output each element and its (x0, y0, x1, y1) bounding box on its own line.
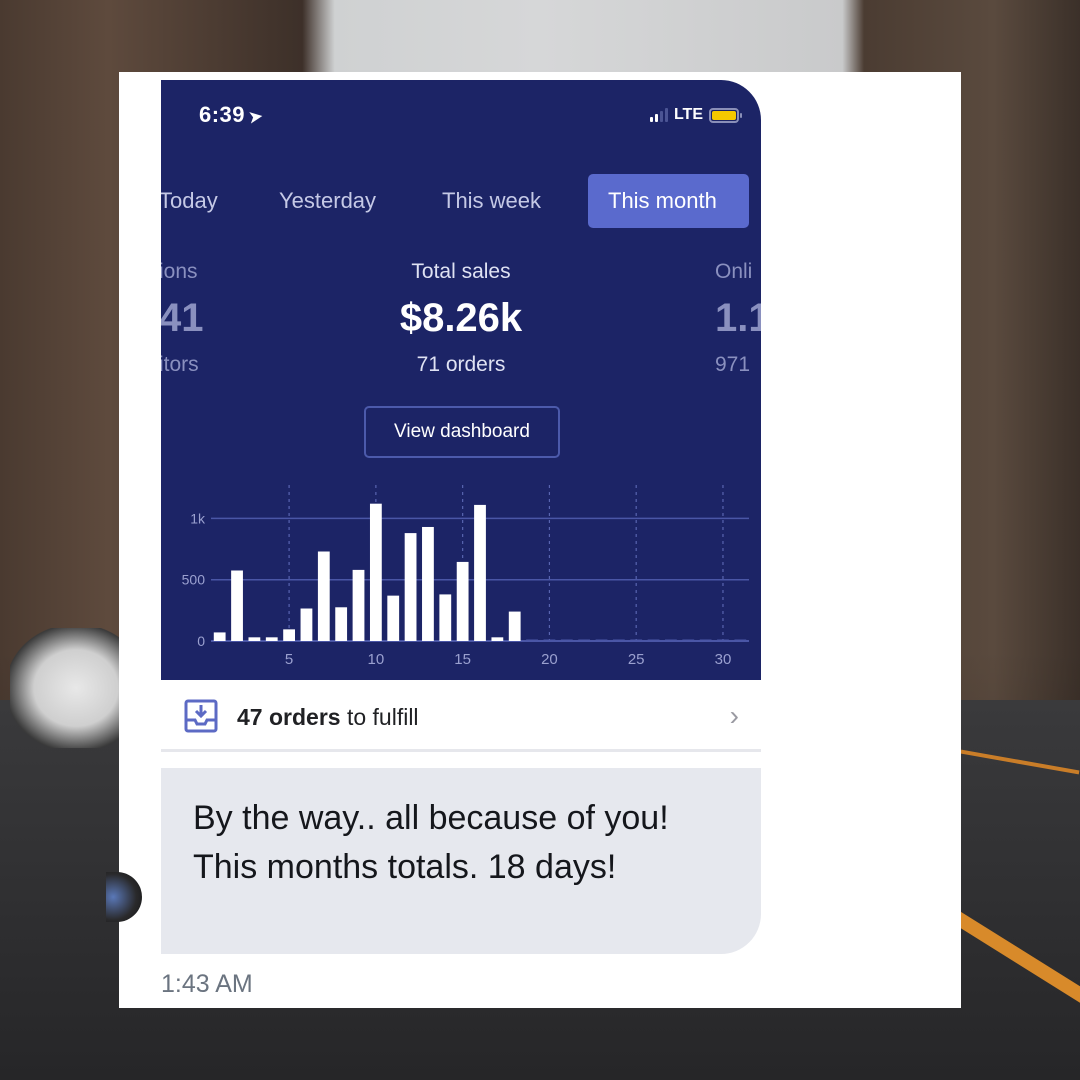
chart-bar (265, 637, 278, 641)
metric-label: Total sales (411, 260, 511, 283)
date-range-tabs: Today Yesterday This week This month (161, 174, 761, 230)
status-time: 6:39 ➤ (199, 102, 265, 128)
metric-sub: 971 (715, 353, 751, 376)
chart-svg: 0 500 1k 5 10 15 20 25 30 (182, 485, 749, 668)
x-tick-label: 20 (541, 651, 558, 668)
signal-strength-icon (649, 108, 668, 122)
background-car (10, 628, 120, 748)
chart-bar (682, 639, 695, 641)
x-tick-label: 30 (715, 651, 732, 668)
chart-bar (283, 629, 295, 641)
view-dashboard-button[interactable]: View dashboard (364, 406, 560, 458)
chart-bar (300, 608, 313, 641)
chart-bar (231, 570, 243, 641)
inbox-download-icon (184, 699, 218, 733)
chart-bar (317, 551, 330, 641)
message-bubble: By the way.. all because of you! This mo… (161, 768, 761, 954)
tab-yesterday[interactable]: Yesterday (279, 174, 376, 228)
x-tick-label: 5 (285, 651, 293, 668)
chart-bar (543, 639, 556, 641)
location-arrow-icon: ➤ (248, 108, 265, 127)
status-indicators: LTE (649, 106, 742, 124)
chart-bar (717, 639, 729, 641)
chart-bar (508, 611, 521, 641)
metric-value: $8.26k (399, 296, 523, 340)
chart-bar (491, 637, 504, 641)
metric-total-sales[interactable]: Total sales $8.26k 71 orders (361, 260, 561, 377)
chart-bar (387, 595, 400, 641)
chart-bar (248, 637, 261, 641)
chart-bar (699, 639, 712, 641)
x-tick-label: 15 (454, 651, 471, 668)
metric-label: Onli (715, 260, 753, 283)
chart-bar (647, 639, 660, 641)
y-tick-label: 1k (190, 510, 206, 526)
chart-bar (665, 639, 677, 641)
metric-value: 1.1 (715, 296, 761, 340)
orders-suffix: to fulfill (340, 704, 419, 730)
message-timestamp: 1:43 AM (161, 970, 253, 998)
status-time-text: 6:39 (199, 102, 246, 127)
metric-value: 41 (161, 296, 204, 340)
orders-to-fulfill-row[interactable]: 47 orders to fulfill › (161, 682, 761, 752)
tab-this-week[interactable]: This week (442, 174, 541, 228)
metric-sub: itors (161, 353, 199, 376)
metric-sub: 71 orders (416, 353, 506, 376)
chevron-right-icon: › (729, 700, 739, 731)
chart-bar (456, 561, 469, 641)
x-tick-label: 10 (368, 651, 385, 668)
chart-bar (422, 526, 434, 641)
chart-bar (560, 639, 573, 641)
sales-bar-chart: 0 500 1k 5 10 15 20 25 30 (161, 480, 761, 680)
network-label: LTE (673, 106, 703, 123)
chart-bar (612, 639, 625, 641)
y-tick-label: 500 (182, 572, 206, 588)
metric-sessions[interactable]: ions 41 itors (161, 260, 204, 377)
chart-bar (630, 639, 643, 641)
y-tick-label: 0 (197, 633, 205, 649)
chart-bar (404, 533, 417, 641)
orders-to-fulfill-text: 47 orders to fulfill (237, 704, 419, 731)
chart-bar (474, 504, 486, 641)
chart-bar (213, 632, 226, 641)
chart-bar (734, 639, 747, 641)
tab-this-month[interactable]: This month (588, 174, 749, 228)
tab-today[interactable]: Today (161, 174, 218, 228)
metric-online-store[interactable]: Onli 1.1 971 (715, 260, 761, 377)
chart-bar (335, 607, 348, 641)
x-tick-label: 25 (628, 651, 645, 668)
chart-bar (578, 639, 591, 641)
chart-bar (352, 569, 365, 641)
chart-bar (439, 594, 452, 641)
phone-screenshot: 6:39 ➤ LTE Today Yesterday This week This… (161, 80, 761, 680)
chart-bar (526, 639, 538, 641)
metric-label: ions (161, 260, 198, 283)
battery-icon (709, 107, 742, 123)
orders-count: 47 orders (237, 704, 341, 730)
chart-bar (595, 639, 608, 641)
chart-bar (369, 503, 382, 641)
